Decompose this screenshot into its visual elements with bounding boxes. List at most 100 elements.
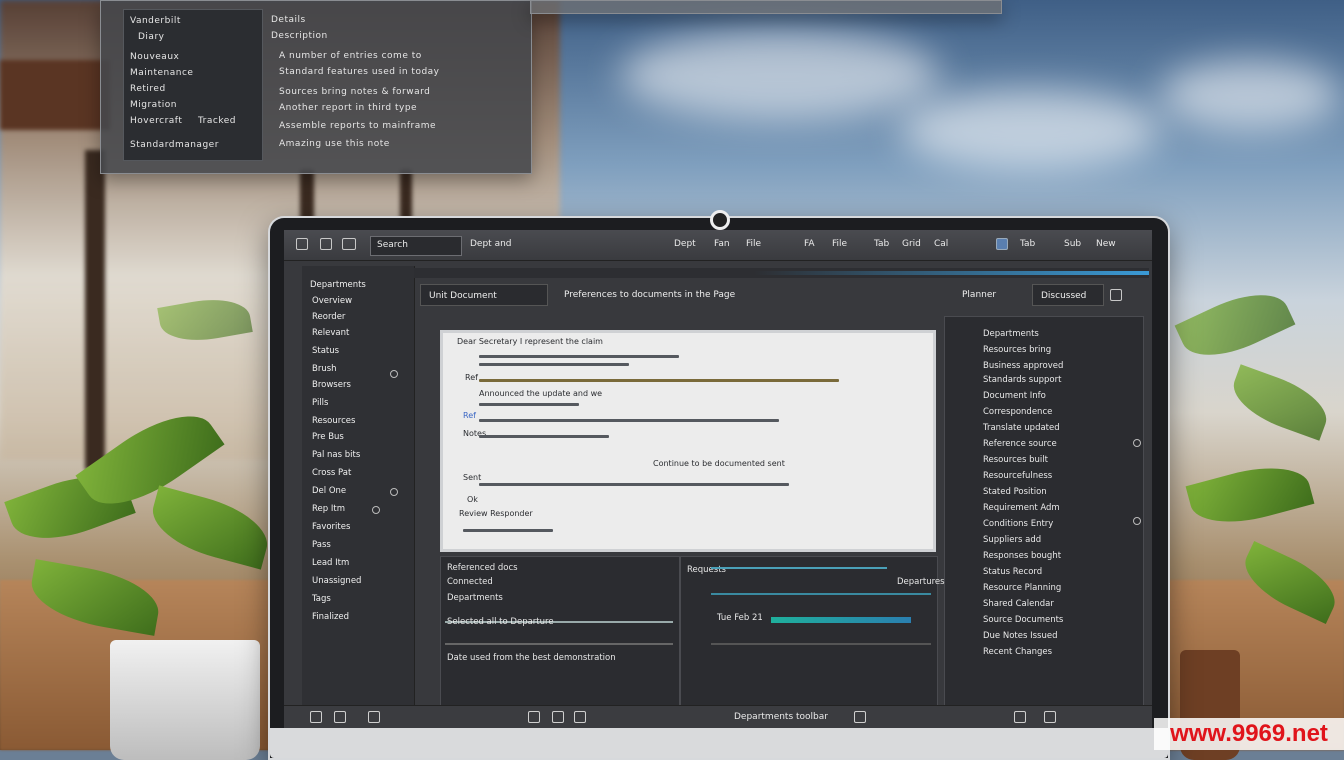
floating-list-item[interactable]: Retired [130, 84, 166, 94]
app-toolbar: Search Dept and Dept Fan File FA File Ta… [284, 230, 1152, 261]
right-panel-row[interactable]: Standards support [983, 375, 1061, 385]
window-icon[interactable] [342, 238, 356, 250]
sidebar-item[interactable]: Resources [312, 416, 355, 426]
tab-discussed[interactable]: Discussed [1032, 284, 1104, 306]
toolbar-item[interactable]: Dept [674, 239, 696, 249]
sidebar-item[interactable]: Departments [310, 280, 366, 290]
toolbar-item[interactable]: New [1096, 239, 1116, 249]
sidebar-item[interactable]: Pills [312, 398, 328, 408]
play-icon[interactable] [528, 711, 540, 723]
sidebar-item[interactable]: Status [312, 346, 339, 356]
sidebar-item[interactable]: Unassigned [312, 576, 361, 586]
right-panel-row[interactable]: Document Info [983, 391, 1046, 401]
right-panel-row[interactable]: Conditions Entry [983, 519, 1053, 529]
export-icon[interactable] [854, 711, 866, 723]
back-icon[interactable] [310, 711, 322, 723]
tab-bar: Unit Document Preferences to documents i… [420, 284, 1140, 308]
text-line [479, 435, 609, 438]
settings-icon[interactable] [1110, 289, 1122, 301]
save-icon[interactable] [368, 711, 380, 723]
floating-list-item[interactable]: Nouveaux [130, 52, 179, 62]
toolbar-item[interactable]: Tab [874, 239, 889, 249]
floating-detail-row: Sources bring notes & forward [279, 87, 431, 97]
tab-planner[interactable]: Planner [954, 284, 1024, 306]
bottom-left-row: Referenced docs [447, 563, 518, 573]
forward-icon[interactable] [334, 711, 346, 723]
toolbar-item[interactable]: Tab [1020, 239, 1035, 249]
right-panel-row[interactable]: Translate updated [983, 423, 1060, 433]
right-panel-row[interactable]: Shared Calendar [983, 599, 1054, 609]
right-panel-row[interactable]: Due Notes Issued [983, 631, 1058, 641]
toolbar-item[interactable]: Fan [714, 239, 730, 249]
bottom-mid-row: Tue Feb 21 [717, 613, 763, 623]
document-preview: Dear Secretary I represent the claim Ref… [440, 330, 936, 552]
menu-icon[interactable] [296, 238, 308, 250]
sidebar-item[interactable]: Cross Pat [312, 468, 351, 478]
right-panel-row[interactable]: Resource Planning [983, 583, 1061, 593]
right-panel-row[interactable]: Requirement Adm [983, 503, 1060, 513]
floating-list-item[interactable]: Standardmanager [130, 140, 219, 150]
floating-list-item[interactable]: Maintenance [130, 68, 193, 78]
floating-list-item[interactable]: Vanderbilt [130, 16, 181, 26]
right-panel-row[interactable]: Reference source [983, 439, 1057, 449]
tab-preferences[interactable]: Preferences to documents in the Page [556, 284, 896, 306]
settings-icon[interactable] [1044, 711, 1056, 723]
tab-unit-document[interactable]: Unit Document [420, 284, 548, 306]
document-line: Ref [465, 373, 478, 382]
sidebar-item[interactable]: Favorites [312, 522, 350, 532]
scroll-indicator-icon[interactable] [1133, 439, 1141, 447]
selected-tool-icon[interactable] [996, 238, 1008, 250]
right-panel-row[interactable]: Business approved [983, 361, 1063, 371]
toolbar-item[interactable]: Sub [1064, 239, 1081, 249]
sidebar-item[interactable]: Pal nas bits [312, 450, 360, 460]
right-panel-row[interactable]: Source Documents [983, 615, 1063, 625]
toolbar-item[interactable]: File [746, 239, 761, 249]
sidebar-item[interactable]: Lead Itm [312, 558, 349, 568]
pillar [85, 150, 105, 470]
loading-bar-fill [754, 271, 1149, 275]
search-input[interactable]: Search [370, 236, 462, 256]
sidebar-item[interactable]: Relevant [312, 328, 349, 338]
toolbar-item[interactable]: File [832, 239, 847, 249]
right-panel-row[interactable]: Resources bring [983, 345, 1051, 355]
sidebar-item[interactable]: Tags [312, 594, 331, 604]
toolbar-item[interactable]: Cal [934, 239, 948, 249]
stop-icon[interactable] [574, 711, 586, 723]
floating-detail-row: Description [271, 31, 328, 41]
document-line: Announced the update and we [479, 389, 603, 398]
sidebar-item[interactable]: Pass [312, 540, 331, 550]
waveform-line [711, 643, 931, 645]
scroll-indicator-icon[interactable] [1133, 517, 1141, 525]
text-line [479, 379, 839, 382]
floating-list-item[interactable]: Tracked [198, 116, 236, 126]
right-panel-row[interactable]: Status Record [983, 567, 1042, 577]
right-panel-row[interactable]: Stated Position [983, 487, 1047, 497]
right-panel-row[interactable]: Responses bought [983, 551, 1061, 561]
right-panel-row[interactable]: Suppliers add [983, 535, 1041, 545]
sidebar-item[interactable]: Brush [312, 364, 337, 374]
right-panel-row[interactable]: Correspondence [983, 407, 1052, 417]
record-icon[interactable] [552, 711, 564, 723]
right-panel-row[interactable]: Departments [983, 329, 1039, 339]
status-text: Departments toolbar [734, 712, 828, 722]
floating-list-item[interactable]: Diary [138, 32, 164, 42]
document-line: Ok [467, 495, 478, 504]
sidebar-item[interactable]: Overview [312, 296, 352, 306]
cloud [620, 30, 940, 120]
sidebar-item[interactable]: Reorder [312, 312, 345, 322]
bookmark-icon[interactable] [320, 238, 332, 250]
fullscreen-icon[interactable] [1014, 711, 1026, 723]
toolbar-item[interactable]: FA [804, 239, 815, 249]
sidebar-item[interactable]: Pre Bus [312, 432, 344, 442]
right-panel-row[interactable]: Recent Changes [983, 647, 1052, 657]
floating-list-item[interactable]: Migration [130, 100, 177, 110]
floating-list-item[interactable]: Hovercraft [130, 116, 182, 126]
right-panel-row[interactable]: Resourcefulness [983, 471, 1052, 481]
toolbar-item[interactable]: Grid [902, 239, 921, 249]
floating-panel-list: Vanderbilt Diary Nouveaux Maintenance Re… [123, 9, 263, 161]
sidebar-item[interactable]: Finalized [312, 612, 349, 622]
sidebar-item[interactable]: Rep Itm [312, 504, 345, 514]
right-panel-row[interactable]: Resources built [983, 455, 1048, 465]
sidebar-item[interactable]: Browsers [312, 380, 351, 390]
sidebar-item[interactable]: Del One [312, 486, 346, 496]
